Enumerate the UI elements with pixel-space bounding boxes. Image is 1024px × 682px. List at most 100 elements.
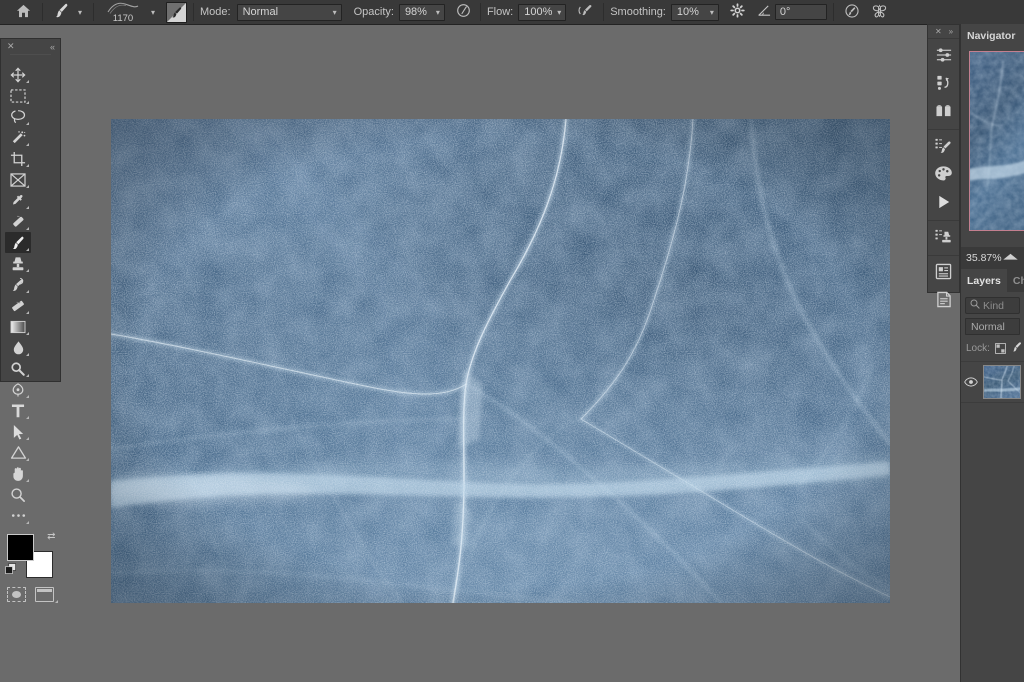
- panel-grip: [10, 54, 51, 62]
- layer-thumbnail-image: [983, 366, 1020, 398]
- tool-healing-brush-tool[interactable]: [5, 211, 31, 232]
- panel-button-notes[interactable]: [928, 287, 959, 315]
- current-tool-button[interactable]: [49, 1, 73, 23]
- zoom-slider-icon[interactable]: [1002, 252, 1019, 264]
- chevron-down-icon: ▾: [709, 7, 714, 17]
- frame-icon: [10, 172, 26, 187]
- quick-mask-mode-icon: [7, 587, 26, 602]
- tool-frame-tool[interactable]: [5, 169, 31, 190]
- double-chevron-left-icon[interactable]: «: [50, 42, 55, 52]
- tab-navigator[interactable]: Navigator: [961, 25, 1022, 46]
- tool-blur-tool[interactable]: [5, 337, 31, 358]
- brush-stroke-preview-icon: [106, 1, 140, 18]
- eyedropper-icon: [10, 193, 26, 209]
- rail-group-4: [928, 255, 959, 318]
- lock-image-pixels-icon[interactable]: [1011, 341, 1023, 356]
- layer-thumbnail[interactable]: [982, 365, 1021, 399]
- tool-dodge-tool[interactable]: [5, 358, 31, 379]
- close-icon[interactable]: ✕: [7, 41, 15, 52]
- pressure-opacity-toggle[interactable]: [454, 1, 474, 23]
- tool-pen-tool[interactable]: [5, 379, 31, 400]
- opacity-input[interactable]: 98% ▾: [398, 3, 445, 21]
- tool-history-brush-tool[interactable]: [5, 274, 31, 295]
- panel-button-actions[interactable]: [928, 189, 959, 217]
- tool-gradient-tool[interactable]: [5, 316, 31, 337]
- tool-edit-toolbar[interactable]: [5, 505, 31, 526]
- tool-preset-chevron-icon[interactable]: ▾: [73, 1, 87, 23]
- tool-type-tool[interactable]: [5, 400, 31, 421]
- layer-blend-mode-value: Normal: [971, 320, 1005, 333]
- symmetry-button[interactable]: [868, 1, 892, 23]
- navigator-thumbnail[interactable]: [969, 51, 1024, 231]
- divider: [479, 3, 481, 21]
- blend-mode-select[interactable]: Normal ▾: [236, 3, 342, 21]
- smoothing-input[interactable]: 10% ▾: [670, 3, 719, 21]
- tool-lasso-tool[interactable]: [5, 106, 31, 127]
- lasso-icon: [10, 109, 26, 125]
- quick-mask-mode-button[interactable]: [7, 587, 26, 602]
- rail-header: ✕ »: [928, 25, 959, 38]
- tool-quick-selection-tool[interactable]: [5, 127, 31, 148]
- home-button[interactable]: [10, 1, 36, 23]
- brush-settings-panel-icon[interactable]: [166, 1, 187, 23]
- tool-shape-tool[interactable]: [5, 442, 31, 463]
- layer-row[interactable]: [961, 361, 1024, 403]
- eye-icon[interactable]: [964, 377, 979, 387]
- double-chevron-right-icon[interactable]: »: [949, 27, 954, 36]
- tool-eyedropper-tool[interactable]: [5, 190, 31, 211]
- layer-filter-placeholder: Kind: [983, 299, 1005, 312]
- tool-brush-tool[interactable]: [5, 232, 31, 253]
- layers-panel: Layers Cha Kind Normal Lock:: [960, 269, 1024, 682]
- smoothing-options-button[interactable]: [727, 1, 749, 23]
- healing-brush-icon: [10, 214, 26, 230]
- tool-move-tool[interactable]: [5, 64, 31, 85]
- brush-angle-button[interactable]: [755, 1, 775, 23]
- panel-button-brush-settings[interactable]: [928, 133, 959, 161]
- tool-rectangular-marquee-tool[interactable]: [5, 85, 31, 106]
- foreground-color-swatch[interactable]: [6, 534, 34, 561]
- move-icon: [10, 67, 26, 83]
- workspace[interactable]: [0, 24, 1024, 682]
- airbrush-icon: [578, 3, 595, 21]
- layer-filter-input[interactable]: Kind: [965, 297, 1020, 314]
- properties-icon: [935, 263, 952, 283]
- brush-angle-input[interactable]: 0°: [774, 4, 827, 20]
- lock-transparent-pixels-icon[interactable]: [994, 342, 1006, 354]
- navigator-body[interactable]: [961, 46, 1024, 241]
- color-swatches: ⇄: [4, 532, 57, 580]
- clone-source-icon: [934, 228, 953, 249]
- rail-group-1: [928, 38, 959, 129]
- navigator-tab-row: Navigator: [961, 24, 1024, 46]
- document-canvas[interactable]: [111, 119, 890, 603]
- airbrush-toggle[interactable]: [575, 1, 597, 23]
- tool-hand-tool[interactable]: [5, 463, 31, 484]
- tool-crop-tool[interactable]: [5, 148, 31, 169]
- brush-preset-chevron-icon[interactable]: ▾: [146, 1, 160, 23]
- panel-button-swatches[interactable]: [928, 161, 959, 189]
- panel-button-libraries[interactable]: [928, 98, 959, 126]
- chevron-down-icon: ▾: [332, 7, 337, 17]
- screen-mode-button[interactable]: [35, 587, 58, 603]
- layer-blend-mode-select[interactable]: Normal: [965, 318, 1020, 335]
- panel-button-clone-source[interactable]: [928, 224, 959, 252]
- tab-channels[interactable]: Cha: [1007, 269, 1024, 292]
- rail-group-2: [928, 129, 959, 220]
- flow-input[interactable]: 100% ▾: [518, 3, 567, 21]
- swap-colors-icon[interactable]: ⇄: [47, 532, 55, 542]
- default-colors-icon[interactable]: [4, 563, 17, 578]
- layers-tab-row: Layers Cha: [961, 269, 1024, 292]
- type-t-icon: [11, 403, 25, 418]
- panel-button-adjustments[interactable]: [928, 42, 959, 70]
- tool-path-selection-tool[interactable]: [5, 421, 31, 442]
- pressure-size-toggle[interactable]: [840, 1, 864, 23]
- brush-size-preview[interactable]: 1170: [100, 0, 146, 24]
- tools-panel-header: ✕ «: [1, 39, 60, 54]
- panel-button-properties[interactable]: [928, 259, 959, 287]
- tool-eraser-tool[interactable]: [5, 295, 31, 316]
- tab-layers[interactable]: Layers: [961, 269, 1007, 292]
- tool-clone-stamp-tool[interactable]: [5, 253, 31, 274]
- panel-button-history[interactable]: [928, 70, 959, 98]
- close-icon[interactable]: ✕: [935, 27, 942, 36]
- tool-zoom-tool[interactable]: [5, 484, 31, 505]
- panel-icon-rail: ✕ »: [927, 24, 960, 308]
